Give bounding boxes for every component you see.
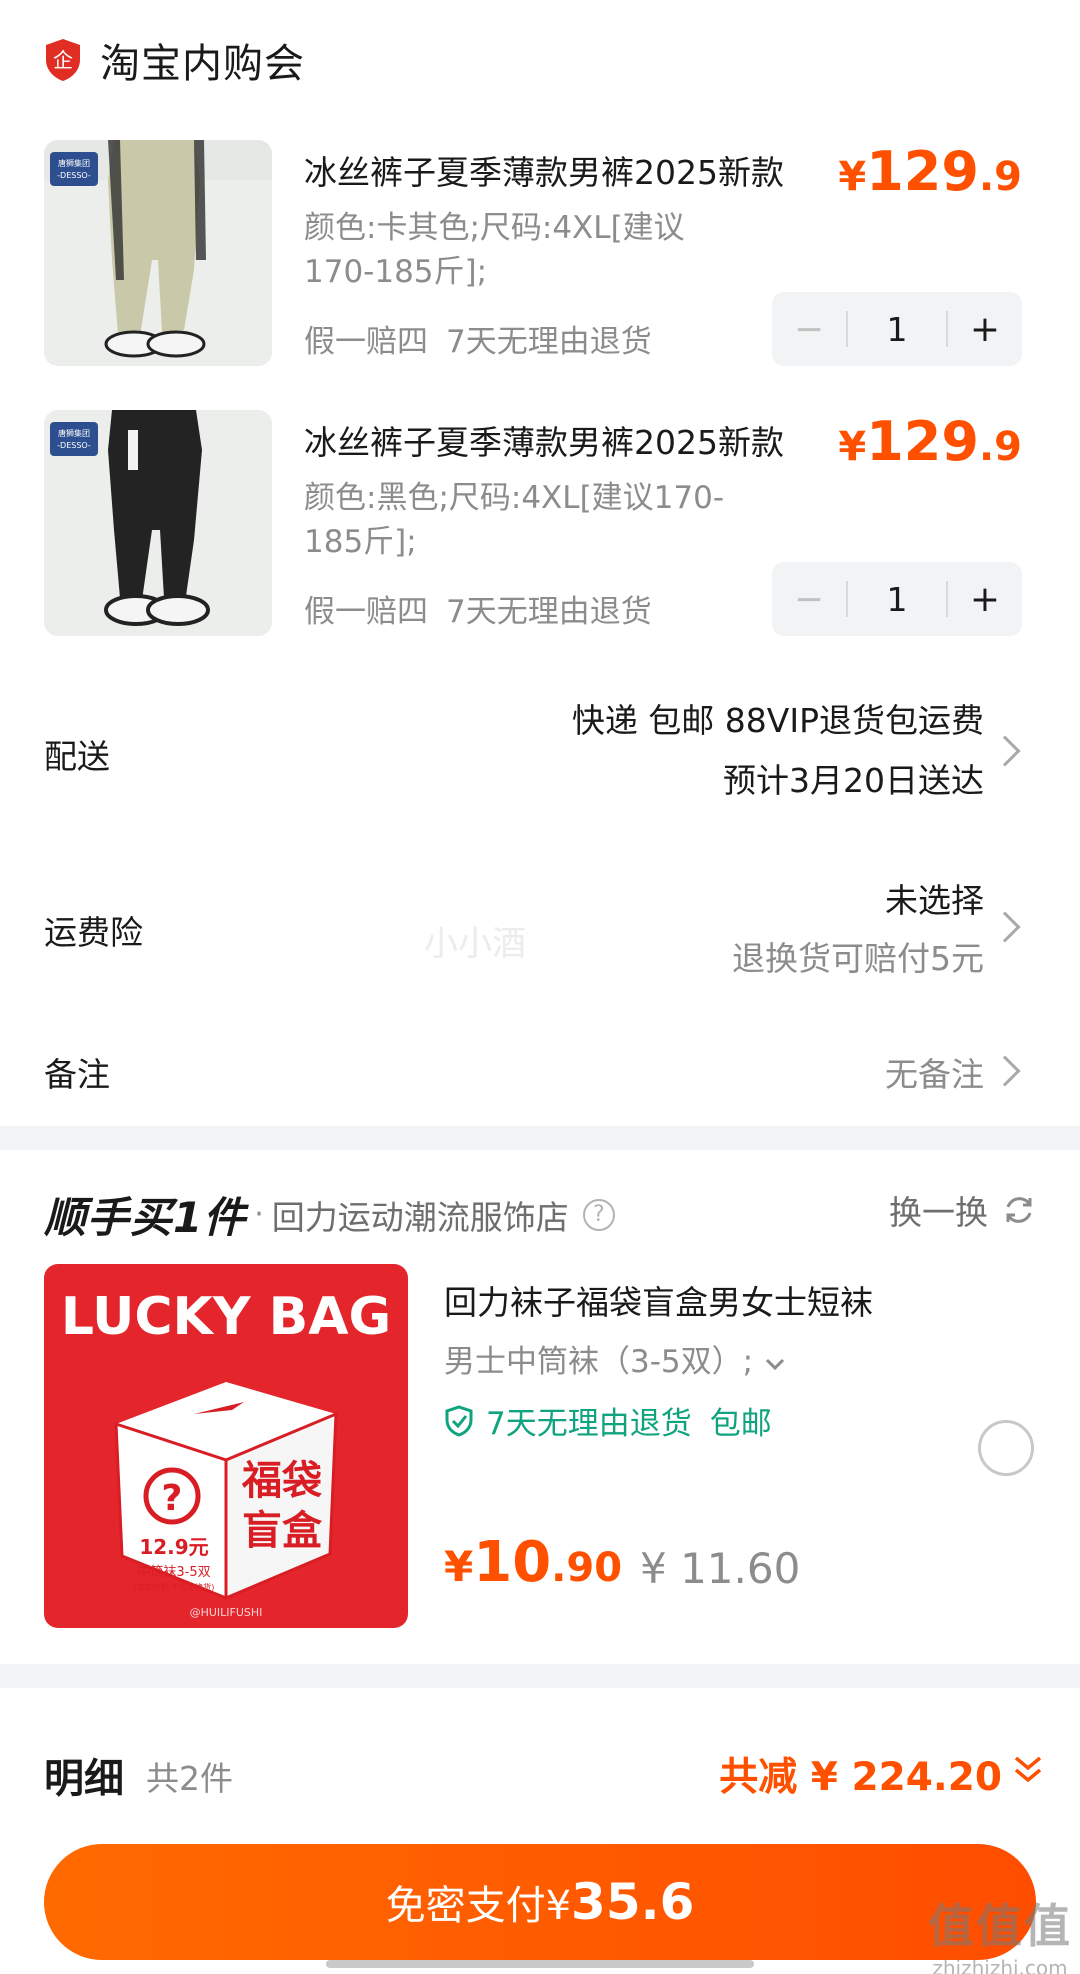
- increase-quantity-button[interactable]: +: [948, 292, 1022, 366]
- svg-text:?: ?: [162, 1478, 183, 1519]
- addon-original-price: ¥ 11.60: [640, 1544, 801, 1593]
- quantity-value[interactable]: 1: [848, 580, 946, 619]
- note-label: 备注: [44, 1055, 110, 1094]
- quantity-stepper[interactable]: − 1 +: [772, 562, 1022, 636]
- svg-text:-DESSO-: -DESSO-: [57, 171, 91, 180]
- delivery-label: 配送: [44, 737, 110, 776]
- addon-section-title: 顺手买1件 · 回力运动潮流服饰店 ?: [44, 1184, 615, 1245]
- svg-text:(款式随机 不可退换货): (款式随机 不可退换货): [134, 1582, 215, 1592]
- shield-check-icon: [445, 1404, 473, 1437]
- service-tag: 7天无理由退货: [446, 594, 652, 630]
- chevron-right-icon: [989, 1055, 1021, 1087]
- double-chevron-down-icon[interactable]: [1010, 1752, 1046, 1788]
- shop-shield-logo-icon: 企: [46, 39, 80, 81]
- addon-product-image[interactable]: LUCKY BAG ? 12.9元 中筒袜3-5双 (款式随机 不可退换货) 福…: [44, 1264, 408, 1628]
- chevron-right-icon: [989, 735, 1021, 767]
- product-service-tags: 假一赔四 7天无理由退货: [304, 316, 670, 361]
- svg-text:LUCKY BAG: LUCKY BAG: [61, 1287, 391, 1347]
- service-tag: 假一赔四: [304, 324, 428, 360]
- svg-text:中筒袜3-5双: 中筒袜3-5双: [137, 1564, 210, 1580]
- pay-button-label: 免密支付¥: [385, 1883, 572, 1929]
- product-service-tags: 假一赔四 7天无理由退货: [304, 586, 670, 631]
- product-image[interactable]: 唐狮集团 -DESSO-: [44, 410, 272, 636]
- refresh-icon: [1006, 1197, 1032, 1223]
- watermark-text: 小小酒: [424, 924, 526, 964]
- product-image[interactable]: 唐狮集团 -DESSO-: [44, 140, 272, 366]
- shop-name: 淘宝内购会: [100, 41, 305, 87]
- help-icon[interactable]: ?: [582, 1198, 615, 1231]
- product-spec[interactable]: 颜色:卡其色;尺码:4XL[建议170-185斤];: [304, 206, 724, 294]
- service-tag: 假一赔四: [304, 594, 428, 630]
- quantity-stepper[interactable]: − 1 +: [772, 292, 1022, 366]
- increase-quantity-button[interactable]: +: [948, 562, 1022, 636]
- product-price: ¥129.9: [838, 410, 1022, 473]
- product-price: ¥129.9: [838, 140, 1022, 203]
- svg-text:@HUILIFUSHI: @HUILIFUSHI: [190, 1606, 263, 1619]
- section-divider: [0, 1664, 1080, 1688]
- chevron-down-icon: [765, 1358, 784, 1370]
- free-shipping-label: 包邮: [709, 1406, 772, 1442]
- delivery-method: 快递 包邮 88VIP退货包运费: [571, 701, 984, 740]
- addon-spec-value: 男士中筒袜（3-5双）;: [444, 1344, 754, 1380]
- addon-spec-select[interactable]: 男士中筒袜（3-5双）;: [444, 1336, 787, 1381]
- svg-text:唐狮集团: 唐狮集团: [58, 428, 90, 438]
- site-watermark: 值值值 zhizhizhi.com: [928, 1899, 1072, 1974]
- password-free-pay-button[interactable]: 免密支付¥ 35.6: [44, 1844, 1036, 1960]
- home-indicator[interactable]: [326, 1960, 754, 1968]
- section-divider: [0, 1126, 1080, 1150]
- note-value: 无备注: [885, 1055, 984, 1094]
- addon-guarantee: 7天无理由退货 包邮: [444, 1398, 772, 1443]
- item-count: 共2件: [146, 1759, 233, 1798]
- addon-price: ¥10.90: [444, 1530, 623, 1595]
- decrease-quantity-button[interactable]: −: [772, 292, 846, 366]
- quantity-value[interactable]: 1: [848, 310, 946, 349]
- delivery-eta: 预计3月20日送达: [723, 761, 984, 800]
- svg-text:唐狮集团: 唐狮集团: [58, 158, 90, 168]
- delivery-row[interactable]: 配送 快递 包邮 88VIP退货包运费 预计3月20日送达: [44, 690, 1036, 810]
- shipping-insurance-label: 运费险: [44, 913, 143, 952]
- service-tag: 7天无理由退货: [446, 324, 652, 360]
- addon-select-radio[interactable]: [978, 1420, 1034, 1476]
- shipping-insurance-status: 未选择: [885, 881, 984, 920]
- chevron-right-icon: [989, 911, 1021, 943]
- product-title[interactable]: 冰丝裤子夏季薄款男裤2025新款: [304, 416, 784, 464]
- svg-text:盲盒: 盲盒: [242, 1508, 323, 1554]
- svg-text:-DESSO-: -DESSO-: [57, 441, 91, 450]
- shop-header[interactable]: 企 淘宝内购会: [44, 28, 305, 92]
- shipping-insurance-desc: 退换货可赔付5元: [732, 939, 984, 978]
- swap-button[interactable]: 换一换: [889, 1186, 1036, 1234]
- swap-label: 换一换: [889, 1193, 988, 1232]
- shipping-insurance-row[interactable]: 运费险 未选择 退换货可赔付5元: [44, 872, 1036, 982]
- addon-brand-label: 顺手买1件: [44, 1193, 247, 1242]
- note-row[interactable]: 备注 无备注: [44, 1046, 1036, 1096]
- addon-product-name[interactable]: 回力袜子福袋盲盒男女士短袜: [444, 1276, 873, 1324]
- product-title[interactable]: 冰丝裤子夏季薄款男裤2025新款: [304, 146, 784, 194]
- decrease-quantity-button[interactable]: −: [772, 562, 846, 636]
- cart-item[interactable]: 唐狮集团 -DESSO- 冰丝裤子夏季薄款男裤2025新款 ¥129.9 颜色:…: [44, 410, 1036, 636]
- total-discount[interactable]: 共减 ¥ 224.20: [719, 1746, 1002, 1802]
- product-spec[interactable]: 颜色:黑色;尺码:4XL[建议170-185斤];: [304, 476, 724, 564]
- detail-label: 明细: [44, 1756, 124, 1802]
- svg-text:福袋: 福袋: [241, 1458, 322, 1504]
- svg-text:12.9元: 12.9元: [139, 1535, 208, 1559]
- addon-shop-name[interactable]: 回力运动潮流服饰店: [272, 1191, 569, 1239]
- cart-item[interactable]: 唐狮集团 -DESSO- 冰丝裤子夏季薄款男裤2025新款 ¥129.9 颜色:…: [44, 140, 1036, 366]
- svg-text:企: 企: [53, 48, 73, 72]
- return-policy-label: 7天无理由退货: [486, 1406, 692, 1442]
- pay-amount: 35.6: [571, 1873, 695, 1931]
